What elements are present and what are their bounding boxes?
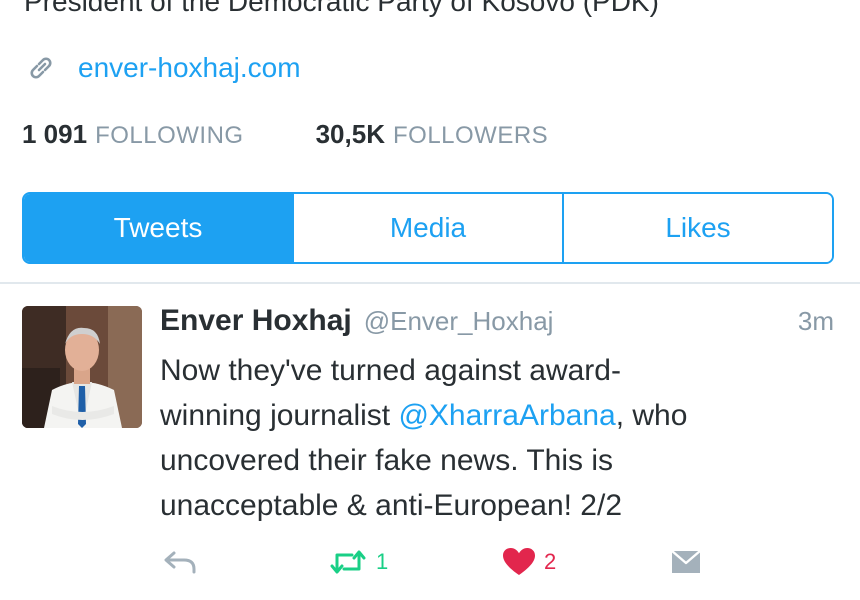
author-name[interactable]: Enver Hoxhaj [160, 304, 352, 338]
reply-icon [164, 551, 196, 574]
heart-icon [503, 548, 535, 575]
author-handle[interactable]: @Enver_Hoxhaj [364, 306, 554, 337]
followers-label: FOLLOWERS [392, 121, 549, 149]
profile-stats: 1 091 FOLLOWING 30,5K FOLLOWERS [22, 116, 548, 152]
profile-bio: President of the Democratic Party of Kos… [24, 0, 659, 17]
direct-message-button[interactable] [668, 540, 704, 584]
retweet-count: 1 [376, 549, 389, 574]
tweet-text-segment: , who [615, 399, 688, 432]
tweet-actions: 1 2 [162, 540, 722, 584]
like-count: 2 [544, 549, 557, 574]
divider [0, 282, 860, 284]
profile-page: President of the Democratic Party of Kos… [0, 0, 860, 600]
tweet-line: unacceptable & anti-European! 2/2 [160, 489, 622, 522]
tab-media[interactable]: Media [292, 194, 562, 262]
tab-likes[interactable]: Likes [562, 194, 832, 262]
retweet-button[interactable]: 1 [328, 540, 388, 584]
retweet-icon [330, 550, 366, 574]
following-stat[interactable]: 1 091 FOLLOWING [22, 119, 244, 150]
followers-stat[interactable]: 30,5K FOLLOWERS [316, 119, 549, 150]
avatar[interactable] [22, 306, 142, 428]
tweet-header: Enver Hoxhaj @Enver_Hoxhaj 3m [160, 304, 834, 344]
link-icon [26, 53, 56, 83]
tweet-line: winning journalist @XharraArbana, who [160, 393, 840, 438]
profile-tabs: Tweets Media Likes [22, 192, 834, 264]
like-button[interactable]: 2 [502, 540, 556, 584]
website-link[interactable]: enver-hoxhaj.com [78, 52, 301, 84]
tweet-text: Now they've turned against award- winnin… [160, 348, 840, 528]
tab-tweets[interactable]: Tweets [24, 194, 292, 262]
following-label: FOLLOWING [95, 121, 244, 149]
mention-link[interactable]: @XharraArbana [398, 399, 615, 432]
direct-message-icon [671, 550, 701, 573]
reply-button[interactable] [162, 540, 198, 584]
tweet-line: uncovered their fake news. This is [160, 444, 614, 477]
tweet-line: Now they've turned against award- [160, 354, 621, 387]
tweet-timestamp: 3m [797, 306, 834, 336]
followers-count: 30,5K [315, 118, 385, 149]
profile-website[interactable]: enver-hoxhaj.com [26, 50, 301, 86]
tweet-text-segment: winning journalist [160, 399, 399, 432]
following-count: 1 091 [22, 118, 88, 149]
